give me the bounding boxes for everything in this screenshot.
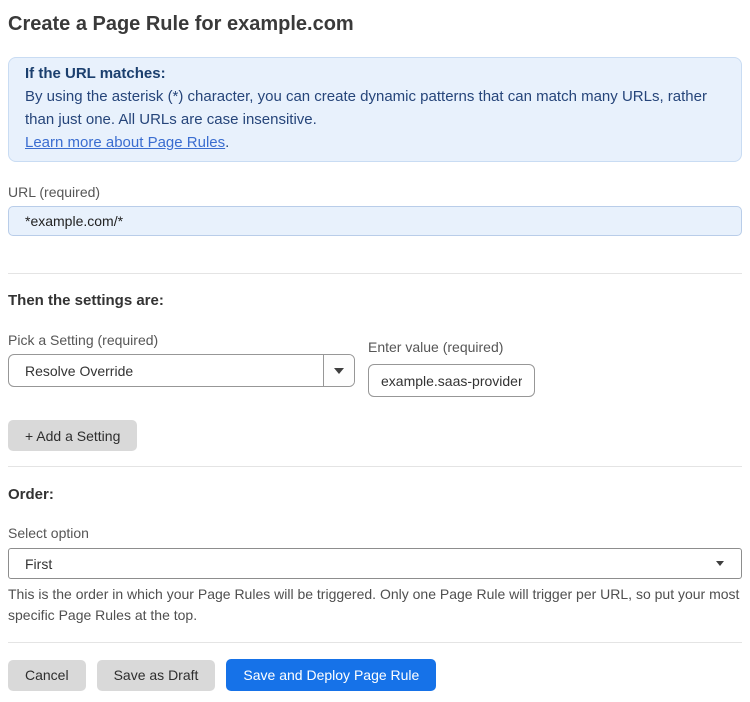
- link-suffix: .: [225, 134, 230, 151]
- divider: [8, 642, 742, 643]
- chevron-down-icon: [334, 367, 344, 374]
- footer-actions: Cancel Save as Draft Save and Deploy Pag…: [8, 659, 742, 691]
- divider: [8, 273, 742, 274]
- setting-select[interactable]: Resolve Override: [8, 354, 355, 387]
- order-select[interactable]: First: [8, 548, 742, 579]
- settings-section-heading: Then the settings are:: [8, 292, 164, 309]
- order-section-heading: Order:: [8, 486, 54, 503]
- enter-value-column: Enter value (required): [368, 339, 535, 397]
- info-box-heading: If the URL matches:: [25, 65, 166, 82]
- setting-select-arrow-button[interactable]: [323, 355, 354, 386]
- create-page-rule-form: Create a Page Rule for example.com If th…: [0, 13, 750, 702]
- order-helper-text: This is the order in which your Page Rul…: [8, 586, 740, 623]
- setting-row: Pick a Setting (required) Resolve Overri…: [8, 332, 742, 397]
- url-label: URL (required): [8, 184, 101, 200]
- save-as-draft-button[interactable]: Save as Draft: [96, 659, 216, 691]
- cancel-button[interactable]: Cancel: [8, 659, 86, 691]
- setting-value-input[interactable]: [368, 364, 535, 397]
- pick-setting-column: Pick a Setting (required) Resolve Overri…: [8, 332, 355, 387]
- info-link-row: Learn more about Page Rules.: [25, 131, 725, 154]
- setting-select-value: Resolve Override: [25, 362, 134, 379]
- chevron-down-icon: [716, 561, 724, 566]
- select-option-label: Select option: [8, 525, 89, 541]
- url-match-info-box: If the URL matches: By using the asteris…: [8, 57, 742, 162]
- url-input[interactable]: [8, 206, 742, 236]
- add-setting-button[interactable]: + Add a Setting: [8, 420, 138, 451]
- info-box-body: By using the asterisk (*) character, you…: [25, 88, 707, 128]
- divider: [8, 466, 742, 467]
- order-select-value: First: [25, 555, 53, 572]
- learn-more-page-rules-link[interactable]: Learn more about Page Rules: [25, 134, 225, 151]
- pick-setting-label: Pick a Setting (required): [8, 332, 159, 348]
- page-title: Create a Page Rule for example.com: [8, 13, 354, 35]
- enter-value-label: Enter value (required): [368, 339, 504, 355]
- save-and-deploy-button[interactable]: Save and Deploy Page Rule: [226, 659, 437, 691]
